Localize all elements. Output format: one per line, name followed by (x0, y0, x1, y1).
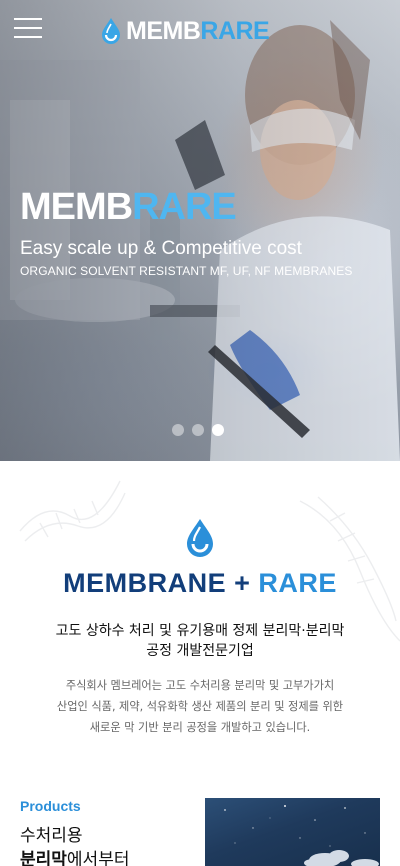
intro-description: 주식회사 멤브레어는 고도 수처리용 분리막 및 고부가가치 산업인 식품, 제… (20, 675, 380, 738)
products-title-rest: 에서부터 (66, 850, 130, 866)
brand-formula: MEMBRANE + RARE (0, 567, 400, 599)
products-image[interactable] (205, 798, 380, 866)
company-intro: MEMBRANE + RARE 고도 상하수 처리 및 유기용매 정제 분리막·… (0, 461, 400, 791)
hero-title-part1: MEMB (20, 186, 133, 228)
hero-copy: MEMBRARE Easy scale up & Competitive cos… (20, 186, 390, 278)
slide-dot-1[interactable] (172, 424, 184, 436)
products-title-line2: 분리막에서부터 (20, 848, 129, 866)
logo-text-part1: MEMB (126, 16, 201, 45)
products-sky-photo (224, 805, 379, 866)
brand-formula-part2: RARE (258, 568, 337, 598)
slider-pagination (172, 424, 224, 436)
products-label: Products (20, 798, 81, 814)
products-title: 수처리용 분리막에서부터 (20, 824, 129, 866)
hero-subtitle: Easy scale up & Competitive cost (20, 238, 302, 259)
hamburger-menu-icon[interactable] (14, 16, 42, 38)
hero-tagline: ORGANIC SOLVENT RESISTANT MF, UF, NF MEM… (20, 264, 353, 278)
intro-headline-line2: 공정 개발전문기업 (146, 643, 254, 659)
intro-description-line3: 새로운 막 기반 분리 공정을 개발하고 있습니다. (89, 721, 311, 734)
intro-description-line1: 주식회사 멤브레어는 고도 수처리용 분리막 및 고부가가치 (65, 679, 335, 692)
hero-title: MEMBRARE (20, 186, 390, 228)
brand-formula-part1: MEMBRANE + (63, 568, 259, 598)
membrare-drop-icon (102, 18, 120, 44)
products-title-bold: 분리막 (20, 850, 67, 866)
hero-banner: MEMBRARE MEMBRARE Easy scale up & Compet… (0, 0, 400, 461)
products-section: Products 수처리용 분리막에서부터 (0, 791, 400, 866)
slide-dot-3-active[interactable] (212, 424, 224, 436)
products-title-line1: 수처리용 (20, 826, 83, 846)
slide-dot-2[interactable] (192, 424, 204, 436)
site-logo[interactable]: MEMBRARE (100, 14, 270, 48)
membrare-drop-icon-large (187, 519, 213, 557)
intro-headline: 고도 상하수 처리 및 유기용매 정제 분리막·분리막 공정 개발전문기업 (20, 621, 380, 661)
logo-wordmark: MEMBRARE (126, 16, 270, 45)
hero-title-part2: RARE (132, 186, 237, 228)
intro-headline-line1: 고도 상하수 처리 및 유기용매 정제 분리막·분리막 (55, 623, 345, 639)
intro-description-line2: 산업인 식품, 제약, 석유화학 생산 제품의 분리 및 정제를 위한 (56, 700, 344, 713)
logo-text-part2: RARE (200, 16, 270, 45)
